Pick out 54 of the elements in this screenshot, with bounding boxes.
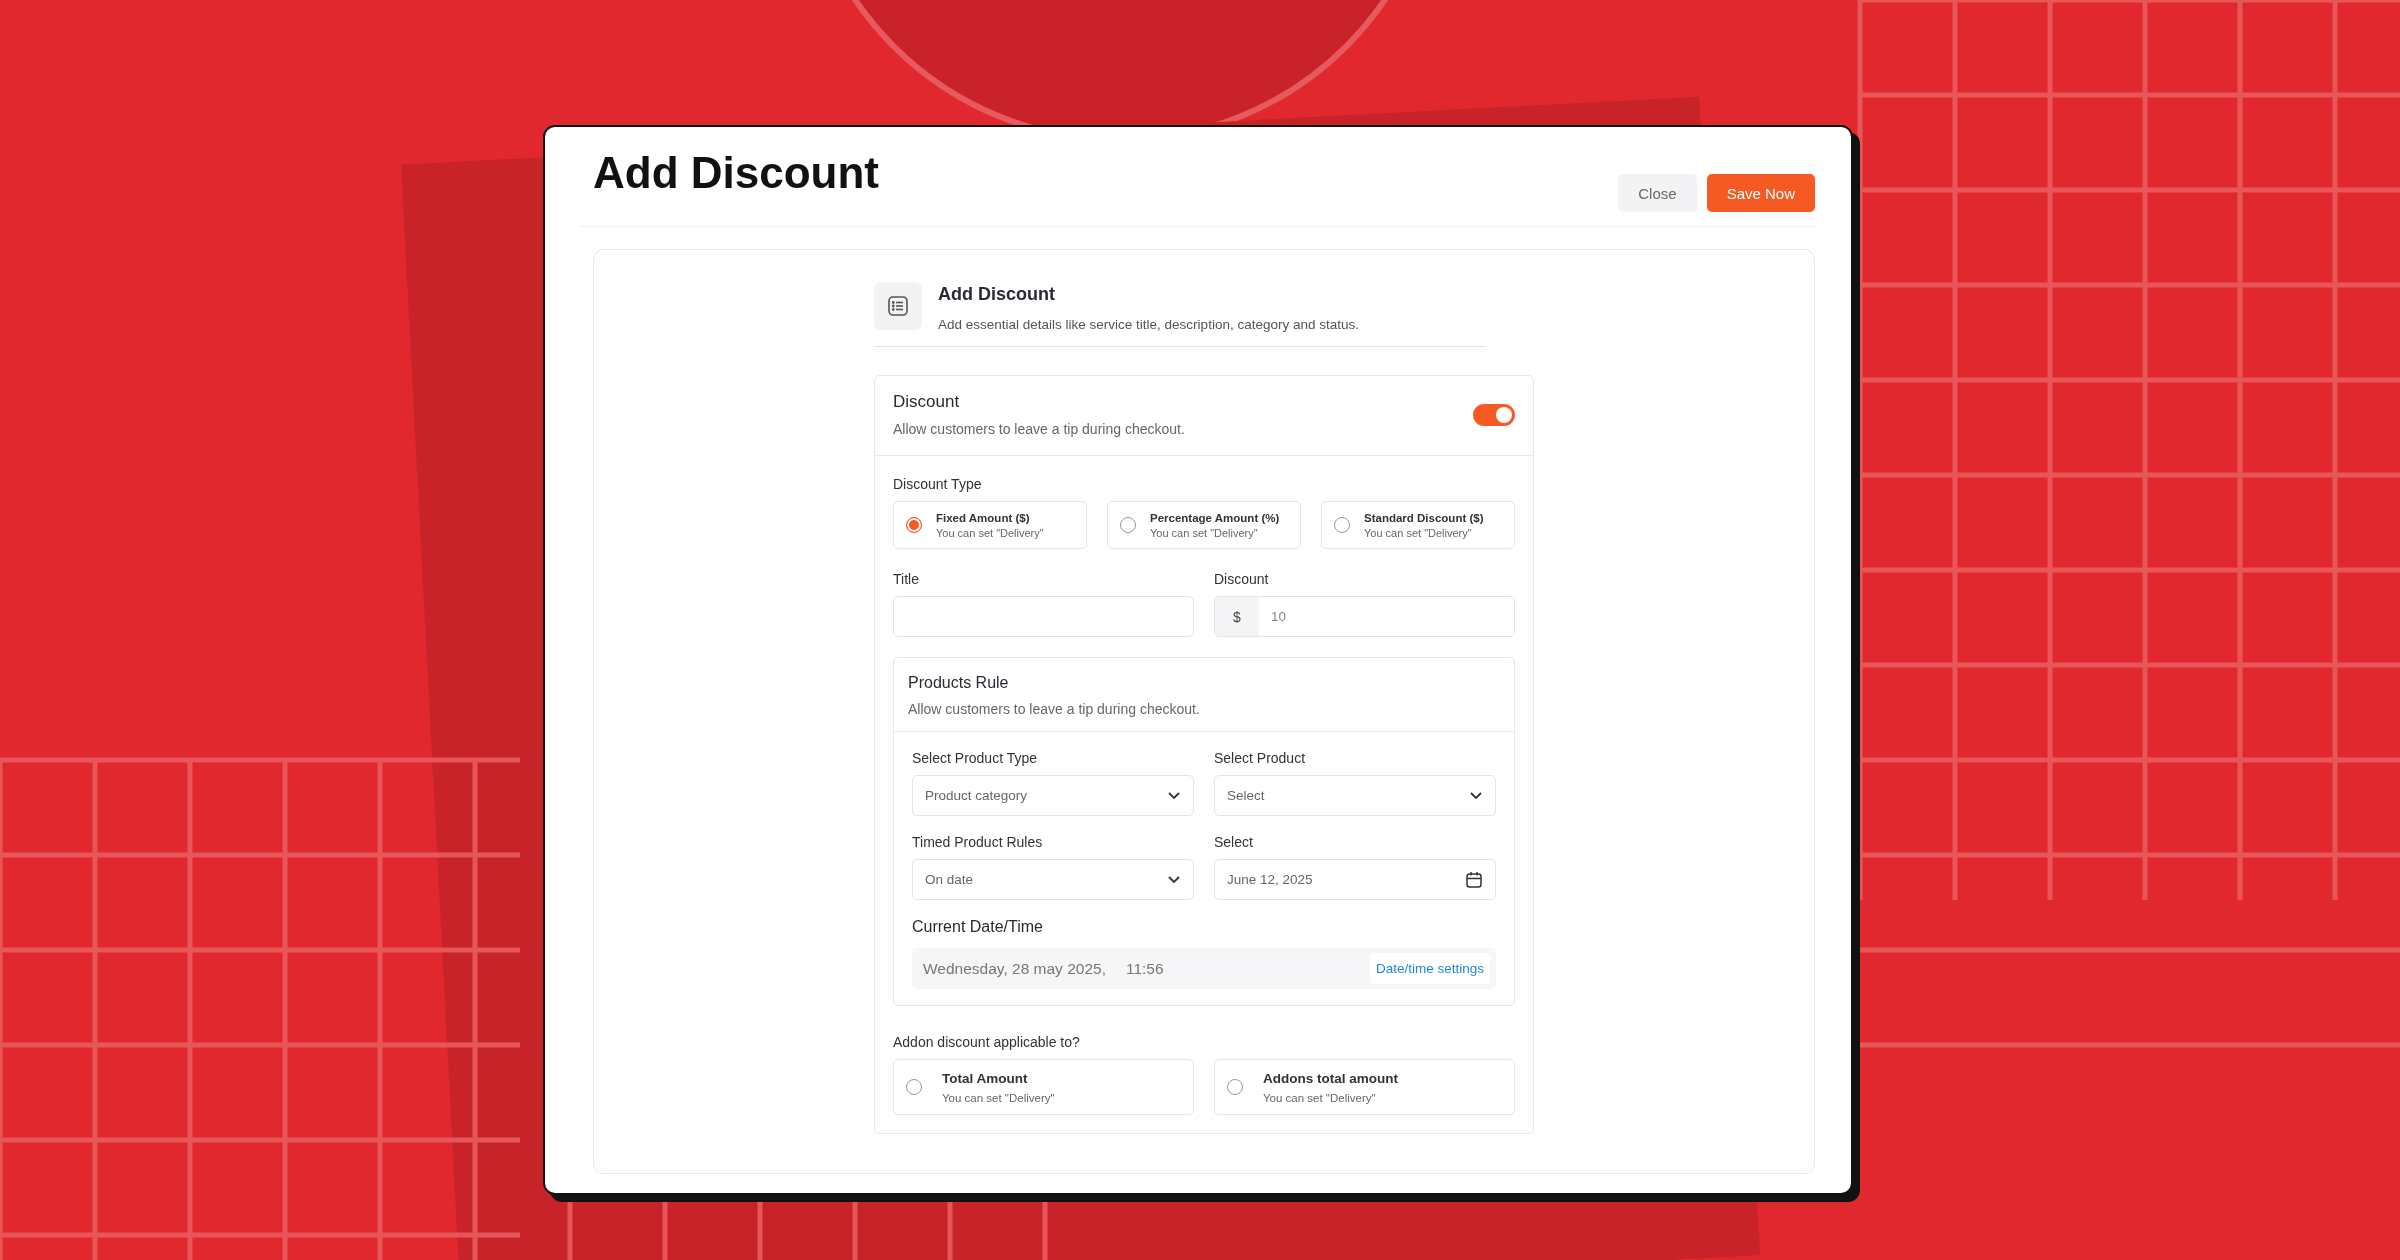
rule-title: Products Rule bbox=[908, 674, 1010, 692]
title-field[interactable] bbox=[893, 596, 1194, 637]
date-field[interactable]: June 12, 2025 bbox=[1214, 859, 1496, 900]
select-field[interactable]: On date bbox=[912, 859, 1194, 900]
addon-option[interactable]: Addons total amount You can set "Delivery" bbox=[1214, 1059, 1515, 1115]
chevron-down-icon bbox=[1469, 791, 1483, 800]
radio-button[interactable] bbox=[1227, 1079, 1243, 1095]
option-subtitle: You can set "Delivery" bbox=[1364, 526, 1473, 539]
discount-type-option[interactable]: Standard Discount ($) You can set "Delivery" bbox=[1321, 501, 1515, 549]
select-field[interactable]: Select bbox=[1214, 775, 1496, 816]
field-label: Addon discount applicable to? bbox=[893, 1034, 1081, 1050]
field-label: Select bbox=[1214, 834, 1254, 850]
discount-type-option[interactable]: Fixed Amount ($) You can set "Delivery" bbox=[893, 501, 1087, 549]
addon-option[interactable]: Total Amount You can set "Delivery" bbox=[893, 1059, 1194, 1115]
rule-description: Allow customers to leave a tip during checkout. bbox=[908, 701, 1201, 717]
radio-button[interactable] bbox=[906, 517, 922, 533]
discount-field[interactable]: $ 10 bbox=[1214, 596, 1515, 637]
option-subtitle: You can set "Delivery" bbox=[1263, 1091, 1377, 1104]
discount-type-option[interactable]: Percentage Amount (%) You can set "Delivery" bbox=[1107, 501, 1301, 549]
field-label: Discount Type bbox=[893, 476, 983, 492]
field-label: Select Product Type bbox=[912, 750, 1039, 766]
option-subtitle: You can set "Delivery" bbox=[1150, 526, 1259, 539]
calendar-icon bbox=[1465, 870, 1483, 889]
datetime-settings-link[interactable]: Date/time settings bbox=[1369, 953, 1490, 984]
section-title: Add Discount bbox=[938, 284, 1056, 305]
option-subtitle: You can set "Delivery" bbox=[942, 1091, 1055, 1104]
discount-toggle[interactable] bbox=[1473, 403, 1515, 426]
list-icon bbox=[874, 282, 922, 330]
dialog-title: Add Discount bbox=[593, 147, 879, 199]
radio-button[interactable] bbox=[906, 1079, 922, 1095]
save-button[interactable]: Save Now bbox=[1706, 174, 1815, 212]
chevron-down-icon bbox=[1167, 791, 1181, 800]
option-title: Standard Discount ($) bbox=[1364, 511, 1484, 524]
discount-title: Discount bbox=[893, 392, 961, 412]
option-subtitle: You can set "Delivery" bbox=[936, 526, 1044, 539]
chevron-down-icon bbox=[1167, 875, 1181, 884]
field-label: Select Product bbox=[1214, 750, 1307, 766]
field-label: Timed Product Rules bbox=[912, 834, 1044, 850]
current-time: 11:56 bbox=[1125, 959, 1164, 978]
radio-button[interactable] bbox=[1334, 517, 1350, 533]
datetime-label: Current Date/Time bbox=[912, 918, 1044, 936]
discount-description: Allow customers to leave a tip during checkout. bbox=[893, 421, 1185, 437]
option-title: Percentage Amount (%) bbox=[1150, 511, 1280, 524]
currency-prefix: $ bbox=[1215, 597, 1259, 636]
current-date: Wednesday, 28 may 2025, bbox=[923, 959, 1106, 978]
option-title: Addons total amount bbox=[1263, 1070, 1398, 1086]
radio-button[interactable] bbox=[1120, 517, 1136, 533]
option-title: Fixed Amount ($) bbox=[936, 511, 1031, 524]
field-label: Title bbox=[893, 571, 920, 587]
field-label: Discount bbox=[1214, 571, 1270, 587]
option-title: Total Amount bbox=[942, 1070, 1029, 1086]
select-field[interactable]: Product category bbox=[912, 775, 1194, 816]
close-button[interactable]: Close bbox=[1618, 174, 1697, 212]
section-description: Add essential details like service title, description, category and status. bbox=[938, 317, 1359, 332]
